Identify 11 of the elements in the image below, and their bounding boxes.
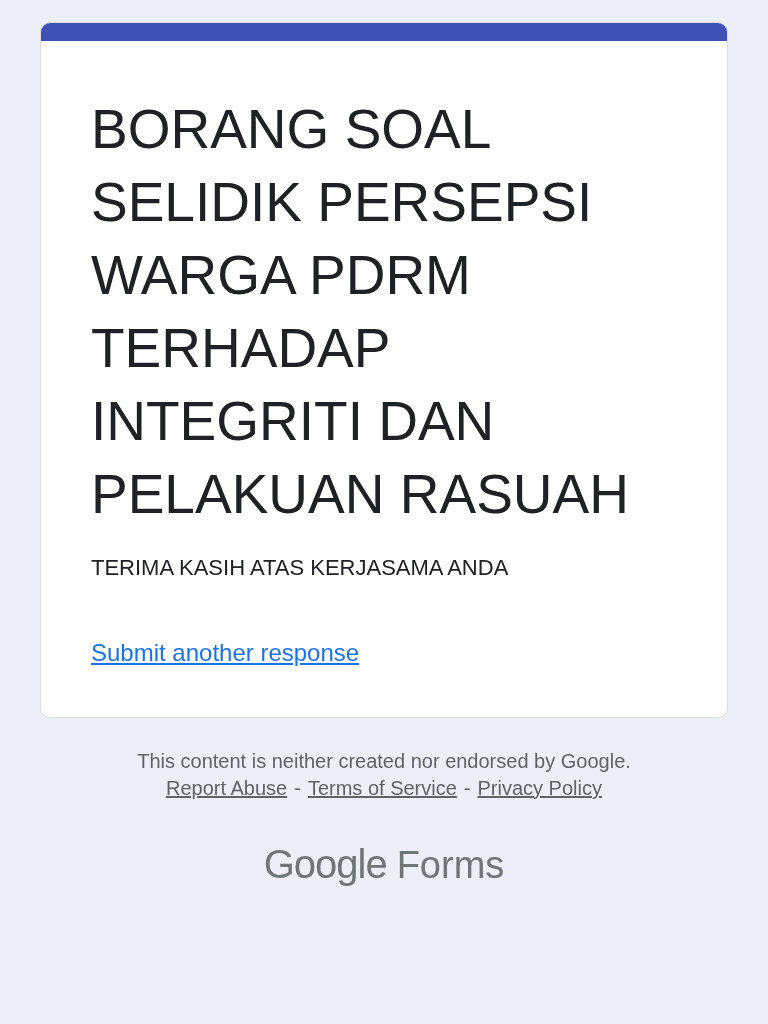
- link-separator: -: [463, 777, 471, 800]
- footer-link[interactable]: Report Abuse: [166, 777, 288, 800]
- form-title: BORANG SOAL SELIDIK PERSEPSI WARGA PDRM TERHADAP INTEGRITI DAN PELAKUAN RASUAH: [91, 97, 630, 527]
- confirmation-message: TERIMA KASIH ATAS KERJASAMA ANDA: [91, 555, 510, 581]
- submit-another-link[interactable]: Submit another response: [91, 639, 360, 667]
- logo-brand[interactable]: Google: [263, 842, 387, 887]
- logo-product[interactable]: Forms: [396, 844, 505, 887]
- footer-link[interactable]: Terms of Service: [307, 777, 457, 800]
- footer-link[interactable]: Privacy Policy: [477, 777, 602, 800]
- link-separator: -: [294, 777, 301, 800]
- disclaimer-text: This content is neither created nor endorsed by Google.: [136, 750, 632, 773]
